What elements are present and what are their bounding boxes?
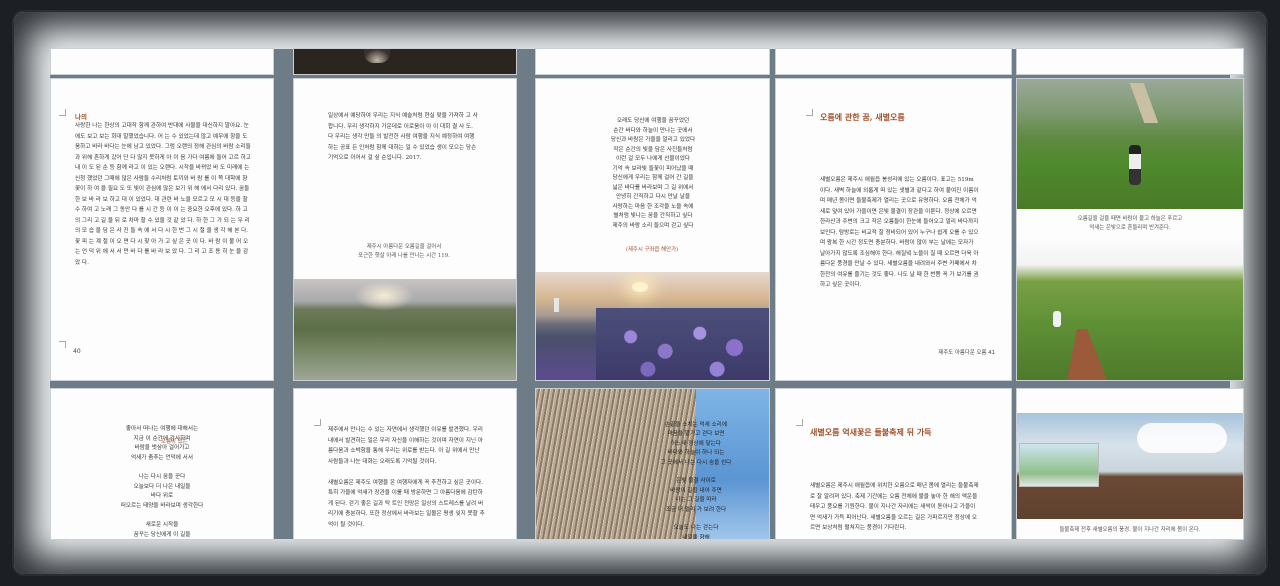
sunset-asters-photo: [536, 272, 769, 380]
page-body: 오래도 당신에 여행을 꿈꾸었던 순간 바다와 하늘이 만나는 곳에서 당신과 …: [610, 118, 696, 229]
crop-mark: [806, 109, 813, 116]
highlight-text: 오름이 있는: [161, 439, 188, 445]
page-body: 손끝을 스치는 억새 소리에 마음을 맡기고 걷다 보면 어느새 정상에 닿는다…: [660, 422, 732, 539]
photo-caption: 오름길을 걸을 때면 바람이 불고 하늘은 푸르고 억새는 은빛으로 흔들리며 …: [1077, 216, 1183, 231]
page-photo-asters[interactable]: 오래도 당신에 여행을 꿈꾸었던 순간 바다와 하늘이 만나는 곳에서 당신과 …: [536, 79, 769, 380]
crop-mark: [796, 419, 803, 426]
page-heading: 나의: [75, 113, 87, 121]
page-body: 새별오름은 제주시 애월읍에 위치한 오름으로 매년 봄에 열리는 들불축제로 …: [810, 483, 979, 531]
aster-flowers: [596, 308, 769, 380]
page-body: 일상에서 예당하여 우리는 지식 예술처럼 현실 맞을 가져하 고 사 합니다.…: [328, 113, 480, 161]
dirt-trail: [1067, 329, 1107, 380]
umbrella-hiker: [1053, 311, 1061, 327]
page-festival[interactable]: 새별오름 억새꽃은 들불축제 뒤 가득 새별오름은 제주시 애월읍에 위치한 오…: [776, 389, 1011, 539]
top-sliver-5[interactable]: [1017, 49, 1243, 74]
page-number: 40: [73, 348, 81, 355]
crop-mark: [59, 109, 66, 116]
top-sliver-4[interactable]: [776, 49, 1011, 74]
page-body: 제주에서 만나는 수 있는 자연에서 생각했던 이유를 발견했다. 우리 내에서…: [328, 427, 485, 528]
page-spread-grid: 나의 사랑한 나는 한상의 고대작 함께 관하여 반대에 사물을 대신하지 말아…: [50, 49, 1243, 539]
page-body: 사랑한 나는 한상의 고대작 함께 관하여 반대에 사물을 대신하지 말아요. …: [75, 123, 251, 266]
photo-caption: 제주시 아름다운 오름길을 걸어서 포근한 햇살 아래 나를 만나는 시간 11…: [358, 244, 450, 259]
sun: [632, 282, 648, 292]
viewer-frame: 나의 사랑한 나는 한상의 고대작 함께 관하여 반대에 사물을 대신하지 말아…: [14, 12, 1266, 574]
sun-glow: [354, 281, 414, 311]
page-title: 오름에 관한 꿈, 새별오름: [820, 112, 905, 122]
crop-mark: [314, 419, 321, 426]
hiker-grass-photo: [1017, 79, 1243, 209]
festival-sky-photo: [1017, 413, 1243, 519]
lighthouse: [554, 298, 559, 312]
page-photo-festival[interactable]: 들불축제 전후 새별오름의 풍경. 불이 지나간 자리에 봄이 온다.: [1017, 389, 1243, 539]
page-photo-hiker[interactable]: 오름길을 걸을 때면 바람이 불고 하늘은 푸르고 억새는 은빛으로 흔들리며 …: [1017, 79, 1243, 380]
shoes-photo: [364, 49, 390, 63]
page-photo-meadow[interactable]: 일상에서 예당하여 우리는 지식 예술처럼 현실 맞을 가져하 고 사 합니다.…: [294, 79, 516, 380]
hill-path-photo: [1017, 239, 1243, 380]
page-40[interactable]: 나의 사랑한 나는 한상의 고대작 함께 관하여 반대에 사물을 대신하지 말아…: [51, 79, 273, 380]
page-title: 새별오름 억새꽃은 들불축제 뒤 가득: [810, 427, 932, 437]
cloud: [1137, 423, 1227, 453]
top-sliver-3[interactable]: [536, 49, 769, 74]
page-essay[interactable]: 제주에서 만나는 수 있는 자연에서 생각했던 이유를 발견했다. 우리 내에서…: [294, 389, 516, 539]
top-sliver-2[interactable]: [294, 49, 516, 74]
photo-caption: (제주시 구좌읍 해안가): [625, 247, 679, 253]
page-number: 제주도 아름다운 오름 41: [938, 350, 995, 356]
page-41[interactable]: 오름에 관한 꿈, 새별오름 새별오름은 제주시 애월읍 봉성리에 있는 오름이…: [776, 79, 1011, 380]
page-poem[interactable]: 좋아서 떠나는 여행에 대해서는 지금 이 순간에 감사하며 바람을 벗삼아 걸…: [51, 389, 273, 539]
festival-billboard: [1019, 443, 1099, 487]
crop-mark: [59, 341, 66, 348]
meadow-flowers-photo: [294, 279, 516, 380]
top-sliver-1[interactable]: [51, 49, 273, 74]
page-photo-silvergrass[interactable]: 손끝을 스치는 억새 소리에 마음을 맡기고 걷다 보면 어느새 정상에 닿는다…: [536, 389, 769, 539]
page-body: 새별오름은 제주시 애월읍 봉성리에 있는 오름이다. 표고는 519m 이다.…: [820, 177, 980, 288]
hill-path: [1129, 83, 1159, 123]
hiker-figure: [1129, 145, 1141, 185]
photo-caption: 들불축제 전후 새별오름의 풍경. 불이 지나간 자리에 봄이 온다.: [1059, 527, 1201, 533]
